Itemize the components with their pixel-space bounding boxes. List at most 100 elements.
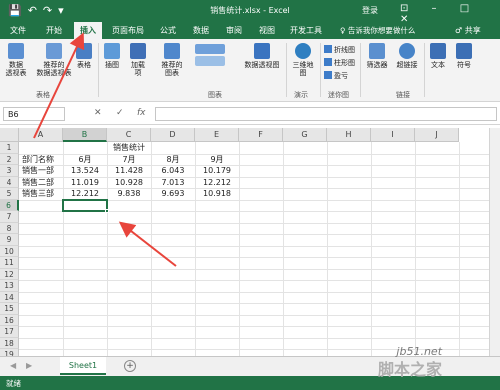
tab-insert[interactable]: 插入 [74, 22, 102, 39]
text-button[interactable]: 文本 [428, 43, 448, 69]
cell-header-jul[interactable]: 7月 [107, 154, 151, 166]
cell-value[interactable]: 9.693 [151, 188, 195, 200]
recommended-charts-button[interactable]: 推荐的 图表 [158, 43, 186, 77]
cell-value[interactable]: 7.013 [151, 177, 195, 189]
cell-value[interactable]: 11.019 [63, 177, 107, 189]
ribbon-separator [424, 43, 425, 97]
addins-button[interactable]: 加载 项 [128, 43, 148, 77]
cell-value[interactable]: 6.043 [151, 165, 195, 177]
cancel-icon[interactable]: ✕ [94, 108, 102, 118]
sheet-tab-sheet1[interactable]: Sheet1 [60, 357, 106, 375]
cell-value[interactable]: 11.428 [107, 165, 151, 177]
selected-cell-b6[interactable] [62, 198, 109, 213]
cell-header-jun[interactable]: 6月 [63, 154, 107, 166]
row-header-15[interactable]: 15 [0, 303, 19, 315]
group-label-sparklines: 迷你图 [328, 91, 349, 99]
table-icon [76, 43, 92, 59]
insert-function-icon[interactable]: fx [137, 108, 146, 118]
column-header-i[interactable]: I [371, 128, 415, 142]
tab-developer[interactable]: 开发工具 [290, 25, 322, 36]
row-header-8[interactable]: 8 [0, 222, 19, 234]
name-box[interactable]: B6 [3, 107, 65, 121]
cell-value[interactable]: 12.212 [195, 177, 239, 189]
ribbon: 数据 透视表 推荐的 数据透视表 表格 插图 加载 项 推荐的 图表 数据透视图… [0, 39, 500, 102]
fill-handle[interactable] [105, 209, 109, 213]
symbol-button[interactable]: 符号 [454, 43, 474, 69]
column-header-f[interactable]: F [239, 128, 283, 142]
column-header-j[interactable]: J [415, 128, 459, 142]
tab-review[interactable]: 审阅 [226, 25, 242, 36]
row-header-7[interactable]: 7 [0, 211, 19, 223]
row-header-5[interactable]: 5 [0, 188, 19, 200]
table-button[interactable]: 表格 [74, 43, 94, 69]
row-header-4[interactable]: 4 [0, 176, 19, 188]
cell-value[interactable]: 9.838 [107, 188, 151, 200]
tab-view[interactable]: 视图 [259, 25, 275, 36]
cell-value[interactable]: 13.524 [63, 165, 107, 177]
tab-file[interactable]: 文件 [10, 25, 26, 36]
column-header-c[interactable]: C [107, 128, 151, 142]
cell-header-dept[interactable]: 部门名称 [19, 154, 63, 166]
pivot-chart-button[interactable]: 数据透视图 [240, 43, 284, 69]
pivot-table-button[interactable]: 数据 透视表 [4, 43, 28, 77]
cell-value[interactable]: 10.918 [195, 188, 239, 200]
row-header-16[interactable]: 16 [0, 314, 19, 326]
row-header-17[interactable]: 17 [0, 326, 19, 338]
line-chart-icon [195, 56, 225, 66]
prev-sheet-icon[interactable]: ◀ [10, 361, 16, 370]
tab-home[interactable]: 开始 [46, 25, 62, 36]
enter-icon[interactable]: ✓ [116, 108, 124, 118]
cell-dept[interactable]: 销售一部 [19, 165, 63, 177]
vertical-scrollbar[interactable] [489, 128, 500, 360]
tab-data[interactable]: 数据 [193, 25, 209, 36]
next-sheet-icon[interactable]: ▶ [26, 361, 32, 370]
gridline [19, 234, 489, 235]
column-header-h[interactable]: H [327, 128, 371, 142]
status-ready: 就绪 [6, 379, 21, 388]
column-header-a[interactable]: A [19, 128, 63, 142]
sparkline-line-button[interactable]: 折线图 [324, 45, 355, 55]
cell-value[interactable]: 10.179 [195, 165, 239, 177]
row-header-6[interactable]: 6 [0, 199, 19, 211]
row-header-11[interactable]: 11 [0, 257, 19, 269]
row-header-1[interactable]: 1 [0, 142, 19, 154]
tab-formulas[interactable]: 公式 [160, 25, 176, 36]
slicer-button[interactable]: 筛选器 [364, 43, 390, 69]
add-sheet-button[interactable]: + [124, 360, 136, 372]
cell-header-sep[interactable]: 9月 [195, 154, 239, 166]
gridline [19, 326, 489, 327]
cell-dept[interactable]: 销售二部 [19, 177, 63, 189]
share-button[interactable]: ♂ 共享 [455, 25, 481, 36]
row-header-13[interactable]: 13 [0, 280, 19, 292]
recommended-pivot-button[interactable]: 推荐的 数据透视表 [34, 43, 74, 77]
formula-input[interactable] [155, 107, 497, 121]
row-header-18[interactable]: 18 [0, 337, 19, 349]
chart-types-gallery[interactable] [194, 44, 226, 68]
gridline [19, 268, 489, 270]
column-header-b[interactable]: B [63, 128, 107, 142]
row-header-3[interactable]: 3 [0, 165, 19, 177]
cell-dept[interactable]: 销售三部 [19, 188, 63, 200]
row-header-14[interactable]: 14 [0, 291, 19, 303]
select-all-corner[interactable] [0, 128, 19, 142]
column-header-g[interactable]: G [283, 128, 327, 142]
cell-value[interactable]: 10.928 [107, 177, 151, 189]
column-header-d[interactable]: D [151, 128, 195, 142]
sparkline-column-button[interactable]: 柱形图 [324, 58, 355, 68]
sparkline-winloss-button[interactable]: 盈亏 [324, 71, 348, 81]
cell-title[interactable]: 销售统计 [107, 142, 151, 154]
cell-header-aug[interactable]: 8月 [151, 154, 195, 166]
column-header-e[interactable]: E [195, 128, 239, 142]
gridline [19, 222, 489, 224]
tab-page-layout[interactable]: 页面布局 [112, 25, 144, 36]
login-button[interactable]: 登录 [362, 5, 378, 16]
hyperlink-button[interactable]: 超链接 [394, 43, 420, 69]
row-header-2[interactable]: 2 [0, 153, 19, 165]
line-sparkline-icon [324, 45, 332, 53]
row-header-12[interactable]: 12 [0, 268, 19, 280]
3d-map-button[interactable]: 三维地 图 [290, 43, 316, 77]
illustrations-button[interactable]: 插图 [102, 43, 122, 69]
tell-me-search[interactable]: ♀ 告诉我你想要做什么 [340, 25, 415, 36]
row-header-9[interactable]: 9 [0, 234, 19, 246]
row-header-10[interactable]: 10 [0, 245, 19, 257]
